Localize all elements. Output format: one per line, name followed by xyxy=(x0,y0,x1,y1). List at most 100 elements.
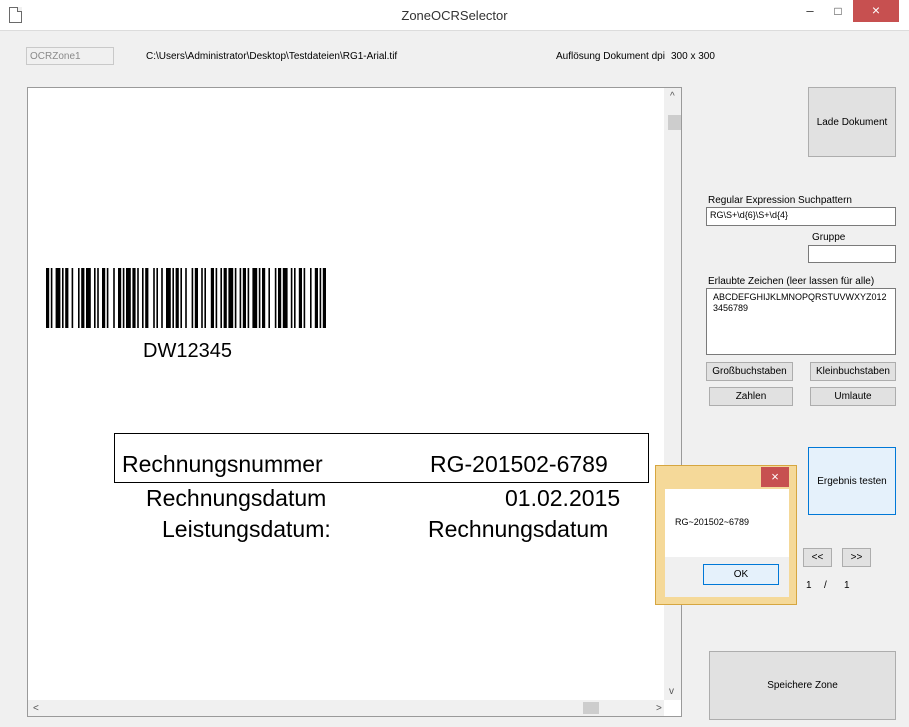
close-button[interactable]: × xyxy=(853,0,899,22)
service-date-label: Leistungsdatum: xyxy=(162,516,331,542)
barcode-bar xyxy=(191,268,194,328)
vertical-scrollbar[interactable] xyxy=(664,88,681,700)
barcode-bar xyxy=(319,268,322,328)
barcode-bar xyxy=(185,268,187,328)
barcode-bar xyxy=(78,268,80,328)
barcode-bar xyxy=(278,268,282,328)
dialog-close-button[interactable]: × xyxy=(761,467,789,487)
barcode-bar xyxy=(81,268,85,328)
dialog-message: RG~201502~6789 xyxy=(675,517,750,527)
barcode-bar xyxy=(220,268,222,328)
barcode-bar xyxy=(126,268,131,328)
barcode-bar xyxy=(322,268,326,328)
barcode-bar xyxy=(223,268,227,328)
page-current: 1 xyxy=(806,580,812,591)
test-result-button[interactable]: Ergebnis testen xyxy=(808,447,896,515)
document-viewer[interactable] xyxy=(27,87,682,717)
file-path: C:\Users\Administrator\Desktop\Testdatei… xyxy=(146,51,398,62)
barcode-bar xyxy=(172,268,174,328)
uppercase-button[interactable]: Großbuchstaben xyxy=(706,362,793,381)
barcode-bar xyxy=(258,268,261,328)
barcode-bar xyxy=(290,268,293,328)
page-separator: / xyxy=(824,580,827,591)
barcode-bar xyxy=(97,268,99,328)
barcode-bar xyxy=(201,268,203,328)
barcode-bar xyxy=(180,268,182,328)
scroll-up-icon[interactable]: ^ xyxy=(670,91,675,102)
previous-page-button[interactable]: << xyxy=(803,548,832,567)
regex-input[interactable]: RG\S+\d{6}\S+\d{4} xyxy=(706,207,896,226)
barcode-bar xyxy=(314,268,318,328)
scroll-right-icon[interactable]: > xyxy=(656,703,662,714)
barcode-bar xyxy=(228,268,234,328)
resolution-label: Auflösung Dokument dpi xyxy=(556,51,665,62)
resolution-value: 300 x 300 xyxy=(671,51,715,62)
barcode-bar xyxy=(122,268,125,328)
dialog-ok-button[interactable]: OK xyxy=(703,564,779,585)
barcode-image xyxy=(46,268,326,328)
barcode-bar xyxy=(210,268,214,328)
save-zone-button[interactable]: Speichere Zone xyxy=(709,651,896,720)
barcode-bar xyxy=(274,268,277,328)
barcode-bar xyxy=(94,268,96,328)
invoice-number-label: Rechnungsnummer xyxy=(122,451,323,477)
barcode-bar xyxy=(294,268,296,328)
horizontal-scroll-thumb[interactable] xyxy=(583,702,599,714)
horizontal-scrollbar[interactable] xyxy=(28,700,664,716)
barcode-bar xyxy=(118,268,122,328)
barcode-bar xyxy=(132,268,136,328)
barcode-bar xyxy=(268,268,270,328)
scroll-left-icon[interactable]: < xyxy=(33,703,39,714)
barcode-bar xyxy=(310,268,312,328)
barcode-bar xyxy=(71,268,74,328)
load-document-button[interactable]: Lade Dokument xyxy=(808,87,896,157)
vertical-scroll-thumb[interactable] xyxy=(668,115,681,130)
next-page-button[interactable]: >> xyxy=(842,548,871,567)
service-date-value: Rechnungsdatum xyxy=(428,516,609,542)
barcode-bar xyxy=(113,268,115,328)
barcode-bar xyxy=(215,268,218,328)
barcode-bar xyxy=(145,268,149,328)
group-label: Gruppe xyxy=(812,232,846,243)
barcode-bar xyxy=(204,268,206,328)
maximize-button[interactable]: □ xyxy=(825,0,851,22)
allowed-chars-textarea[interactable]: ABCDEFGHIJKLMNOPQRSTUVWXYZ0123456789 xyxy=(706,288,896,355)
barcode-bar xyxy=(50,268,53,328)
invoice-date-label: Rechnungsdatum xyxy=(146,485,327,511)
barcode-bar xyxy=(252,268,258,328)
barcode-bar xyxy=(65,268,69,328)
minimize-button[interactable]: – xyxy=(797,0,823,22)
barcode-bar xyxy=(46,268,50,328)
barcode-bar xyxy=(262,268,266,328)
regex-label: Regular Expression Suchpattern xyxy=(708,195,852,206)
barcode-bar xyxy=(156,268,158,328)
scroll-down-icon[interactable]: v xyxy=(669,686,674,697)
invoice-number-value: RG-201502-6789 xyxy=(430,451,608,477)
barcode-bar xyxy=(194,268,198,328)
barcode-text: DW12345 xyxy=(143,340,232,362)
lowercase-button[interactable]: Kleinbuchstaben xyxy=(810,362,896,381)
barcode-bar xyxy=(102,268,106,328)
barcode-bar xyxy=(161,268,163,328)
barcode-bar xyxy=(239,268,242,328)
barcode-bar xyxy=(62,268,64,328)
barcode-bar xyxy=(282,268,288,328)
zone-name-field[interactable]: OCRZone1 xyxy=(26,47,114,65)
barcode-bar xyxy=(86,268,91,328)
group-input[interactable] xyxy=(808,245,896,263)
window-title: ZoneOCRSelector xyxy=(401,8,508,23)
invoice-date-value: 01.02.2015 xyxy=(505,485,621,511)
numbers-button[interactable]: Zahlen xyxy=(709,387,793,406)
barcode-bar xyxy=(55,268,61,328)
umlauts-button[interactable]: Umlaute xyxy=(810,387,896,406)
barcode-bar xyxy=(137,268,139,328)
barcode-bar xyxy=(153,268,155,328)
barcode-bar xyxy=(298,268,302,328)
barcode-bar xyxy=(106,268,109,328)
barcode-bar xyxy=(175,268,179,328)
page-total: 1 xyxy=(844,580,850,591)
barcode-bar xyxy=(247,268,250,328)
barcode-bar xyxy=(234,268,237,328)
barcode-bar xyxy=(166,268,171,328)
barcode-bar xyxy=(242,268,246,328)
